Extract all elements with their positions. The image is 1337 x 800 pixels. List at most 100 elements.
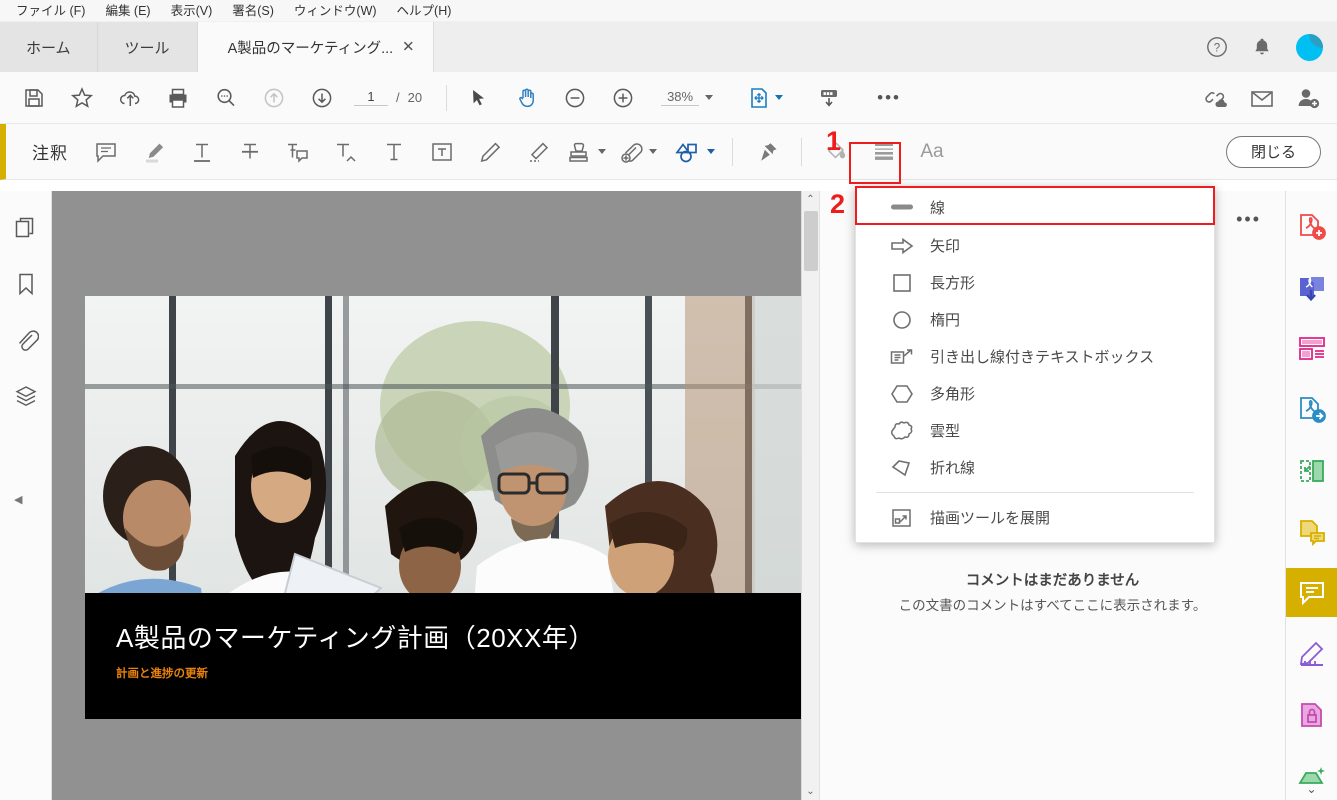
chevron-down-icon[interactable] [598,149,606,154]
attach-file-icon[interactable] [610,130,666,174]
menu-item-line[interactable]: 線 [856,187,1214,227]
save-icon[interactable] [10,77,58,119]
comments-more-icon[interactable]: ••• [1236,209,1261,230]
bell-icon[interactable] [1252,36,1272,58]
chevron-down-icon[interactable] [649,149,657,154]
pencil-icon[interactable] [466,130,514,174]
annotation-toolbar: 注釈 Aa 閉じる [0,124,1337,180]
toolbar-divider [446,84,448,111]
shapes-tool-icon[interactable] [666,130,722,174]
help-icon[interactable]: ? [1206,36,1228,58]
search-icon[interactable] [202,77,250,119]
rail-expand-chevron-icon[interactable]: ⌄ [1306,782,1316,796]
measure-icon[interactable] [1286,629,1337,678]
menu-edit[interactable]: 編集 (E) [95,0,160,22]
star-icon[interactable] [58,77,106,119]
menu-item-arrow[interactable]: 矢印 [856,227,1214,264]
menu-item-cloud[interactable]: 雲型 [856,412,1214,449]
left-navigation-rail: ◀ [0,191,52,800]
menu-divider [876,492,1194,493]
close-icon[interactable]: ✕ [402,40,415,55]
annotation-divider [732,137,733,166]
scroll-thumb[interactable] [804,211,818,271]
text-replace-note-icon[interactable] [274,130,322,174]
add-text-icon[interactable] [370,130,418,174]
layers-icon[interactable] [11,381,41,411]
menu-item-callout[interactable]: 引き出し線付きテキストボックス [856,338,1214,375]
pdf-page-1: A製品のマーケティング計画（20XX年） 計画と進捗の更新 [85,296,819,719]
polygon-shape-icon [890,384,914,404]
link-share-icon[interactable] [1203,86,1229,110]
tab-document[interactable]: A製品のマーケティング... ✕ [197,22,434,72]
export-pdf-icon[interactable] [1286,386,1337,435]
comment-tool-icon[interactable] [1285,568,1337,618]
tab-strip: ホーム ツール A製品のマーケティング... ✕ ? [0,22,1337,72]
pushpin-icon[interactable] [743,130,791,174]
fill-sign-icon[interactable] [1286,508,1337,557]
text-insert-caret-icon[interactable] [322,130,370,174]
menu-item-polygon[interactable]: 多角形 [856,375,1214,412]
menu-file[interactable]: ファイル (F) [6,0,95,22]
combine-files-icon[interactable] [1286,264,1337,313]
text-box-icon[interactable] [418,130,466,174]
pages-icon[interactable] [11,213,41,243]
annotation-divider-2 [801,137,802,166]
menu-item-ellipse[interactable]: 楕円 [856,301,1214,338]
avatar[interactable] [1296,33,1323,61]
close-annotation-button[interactable]: 閉じる [1225,135,1321,168]
add-person-icon[interactable] [1295,86,1321,110]
chevron-down-icon[interactable] [775,95,784,100]
zoom-out-icon[interactable] [551,77,599,119]
chevron-down-icon[interactable] [706,149,715,154]
sticky-note-icon[interactable] [82,130,130,174]
tab-home[interactable]: ホーム [0,22,98,72]
edit-pdf-icon[interactable] [1286,447,1337,496]
line-shape-icon [890,201,914,213]
scroll-up-icon[interactable]: ⌃ [806,191,814,208]
collapse-sidebar-icon[interactable]: ◀ [14,493,22,506]
callout-shape-icon [890,347,914,367]
document-scrollbar[interactable]: ⌃ ⌄ [801,191,819,800]
print-icon[interactable] [154,77,202,119]
envelope-icon[interactable] [1249,87,1275,109]
scroll-mode-icon[interactable] [805,77,853,119]
polyline-shape-icon [890,458,914,478]
zoom-control[interactable]: 38% [661,89,714,106]
zoom-in-icon[interactable] [599,77,647,119]
paperclip-icon[interactable] [11,325,41,355]
page-navigator: / 20 [354,89,422,106]
arrow-down-circle-icon[interactable] [298,77,346,119]
organize-pages-icon[interactable] [1286,325,1337,374]
slide-title-band [85,593,819,719]
expand-tools-icon [890,508,914,528]
tab-tools[interactable]: ツール [97,22,198,72]
menu-item-expand-drawing-tools[interactable]: 描画ツールを展開 [856,499,1214,536]
bookmark-icon[interactable] [11,269,41,299]
text-strikethrough-icon[interactable] [226,130,274,174]
page-number-input[interactable] [354,89,388,106]
menu-help[interactable]: ヘルプ(H) [387,0,462,22]
menu-sign[interactable]: 署名(S) [222,0,284,22]
hand-icon[interactable] [503,77,551,119]
line-styles-icon[interactable] [860,130,908,174]
create-pdf-icon[interactable] [1286,203,1337,252]
cloud-upload-icon[interactable] [106,77,154,119]
menu-window[interactable]: ウィンドウ(W) [284,0,387,22]
eraser-icon[interactable] [514,130,562,174]
text-properties-icon[interactable]: Aa [908,130,956,174]
page-canvas: A製品のマーケティング計画（20XX年） 計画と進捗の更新 [52,191,819,800]
protect-icon[interactable] [1286,690,1337,739]
cursor-icon[interactable] [455,77,503,119]
arrow-up-circle-icon[interactable] [250,77,298,119]
shapes-dropdown-menu: 線 矢印 長方形 楕円 引き出し線付きテキストボックス 多角形 雲型 折れ線 描… [855,186,1215,543]
chevron-down-icon[interactable] [705,95,714,100]
menu-view[interactable]: 表示(V) [161,0,223,22]
stamp-icon[interactable] [562,130,610,174]
more-options-icon[interactable]: ••• [865,77,913,119]
highlighter-icon[interactable] [130,130,178,174]
menu-item-rectangle-label: 長方形 [930,275,976,292]
menu-item-rectangle[interactable]: 長方形 [856,264,1214,301]
menu-item-polyline[interactable]: 折れ線 [856,449,1214,486]
text-underline-icon[interactable] [178,130,226,174]
scroll-down-icon[interactable]: ⌄ [806,783,814,800]
